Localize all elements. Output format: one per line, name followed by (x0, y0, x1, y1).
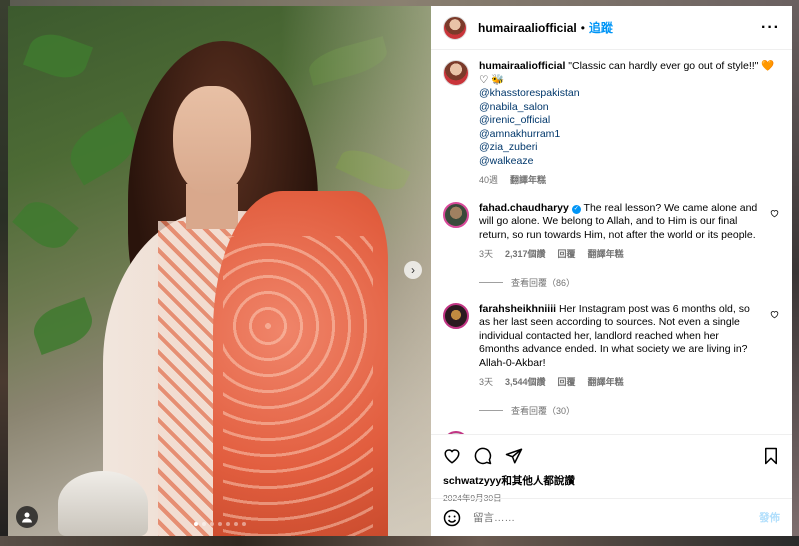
foliage (12, 192, 79, 258)
share-icon[interactable] (505, 447, 523, 465)
separator: • (580, 20, 585, 35)
carousel-dot (202, 522, 206, 526)
comment-age[interactable]: 3天 (479, 376, 493, 390)
comment-icon[interactable] (474, 447, 492, 465)
next-image-button[interactable]: › (404, 261, 422, 279)
avatar[interactable] (443, 302, 469, 329)
foliage (22, 26, 94, 86)
divider (479, 281, 503, 283)
view-replies-button[interactable]: 查看回覆（30） (479, 404, 780, 417)
mention-link[interactable]: @nabila_salon (479, 101, 780, 115)
post-header: humairaaliofficial • 追蹤 ··· (431, 6, 792, 50)
planter (58, 471, 148, 536)
heart-emoji: 🧡 (761, 60, 775, 72)
comment-username[interactable]: farahsheikhniiii (479, 303, 556, 315)
comment-likes[interactable]: 2,317個讚 (505, 248, 546, 262)
backdrop-right (792, 0, 799, 546)
comment-age[interactable]: 3天 (479, 248, 493, 262)
chevron-right-icon: › (411, 263, 415, 277)
post-sidebar: humairaaliofficial • 追蹤 ··· humairaaliof… (431, 6, 792, 536)
caption: humairaaliofficial "Classic can hardly e… (443, 60, 780, 188)
carousel-dot (226, 522, 230, 526)
heart-icon (770, 310, 779, 318)
avatar[interactable] (443, 201, 469, 228)
post-photo[interactable]: › (8, 6, 431, 536)
comment-like-button[interactable] (770, 303, 780, 390)
carousel-dot (194, 522, 198, 526)
heart-icon (770, 209, 779, 217)
mention-link[interactable]: @khasstorespakistan (479, 87, 780, 101)
comment-input[interactable]: 留言…… (473, 510, 759, 525)
user-tag-icon (22, 512, 32, 523)
model-face (173, 86, 251, 196)
comment-composer: 留言…… 發佈 (431, 498, 792, 536)
reply-button[interactable]: 回覆 (558, 376, 576, 390)
follow-button[interactable]: 追蹤 (589, 19, 613, 36)
carousel-dot (210, 522, 214, 526)
carousel-dot (242, 522, 246, 526)
mention-link[interactable]: @zia_zuberi (479, 141, 780, 155)
caption-emojis: ♡ 🐝 (479, 73, 505, 86)
translate-link[interactable]: 翻譯年糕 (588, 248, 624, 262)
mention-link[interactable]: @irenic_official (479, 114, 780, 128)
translate-link[interactable]: 翻譯年糕 (588, 376, 624, 390)
author-username[interactable]: humairaaliofficial (478, 21, 577, 35)
view-replies-label: 查看回覆（30） (511, 405, 576, 416)
carousel-indicator (194, 522, 246, 526)
backdrop-bottom (0, 536, 799, 546)
caption-text: "Classic can hardly ever go out of style… (568, 60, 759, 72)
view-replies-label: 查看回覆（86） (511, 277, 576, 288)
comments-scroll[interactable]: humairaaliofficial "Classic can hardly e… (431, 50, 792, 434)
bookmark-icon[interactable] (762, 447, 780, 465)
caption-age[interactable]: 40週 (479, 174, 498, 188)
verified-badge-icon: ✓ (571, 204, 581, 214)
avatar[interactable] (443, 60, 469, 86)
reply-button[interactable]: 回覆 (558, 248, 576, 262)
dupatta-pattern (223, 236, 373, 536)
post-modal: › humairaaliofficial • 追蹤 ··· humairaali… (8, 6, 792, 536)
avatar[interactable] (443, 15, 467, 40)
comment-like-button[interactable] (770, 202, 780, 262)
liked-by[interactable]: schwatzyyy和其他人都說讚 (443, 473, 780, 488)
heart-icon[interactable] (443, 447, 461, 465)
foliage (27, 296, 99, 356)
more-options-icon[interactable]: ··· (761, 19, 780, 37)
liked-by-text: schwatzyyy和其他人都說讚 (443, 475, 575, 487)
mention-link[interactable]: @walkeaze (479, 155, 780, 169)
comment: farahsheikhniiii Her Instagram post was … (443, 302, 780, 390)
translate-link[interactable]: 翻譯年糕 (510, 174, 546, 188)
post-comment-button[interactable]: 發佈 (759, 510, 780, 525)
comment-username[interactable]: fahad.chaudharyy (479, 202, 569, 214)
caption-username[interactable]: humairaaliofficial (479, 60, 565, 72)
carousel-dot (218, 522, 222, 526)
view-replies-button[interactable]: 查看回覆（86） (479, 276, 780, 289)
comment-likes[interactable]: 3,544個讚 (505, 376, 546, 390)
tagged-users-button[interactable] (16, 506, 38, 528)
divider (479, 409, 503, 411)
emoji-icon[interactable] (443, 509, 461, 527)
comment: fahad.chaudharyy ✓ The real lesson? We c… (443, 201, 780, 262)
mention-link[interactable]: @amnakhurram1 (479, 128, 780, 142)
carousel-dot (234, 522, 238, 526)
